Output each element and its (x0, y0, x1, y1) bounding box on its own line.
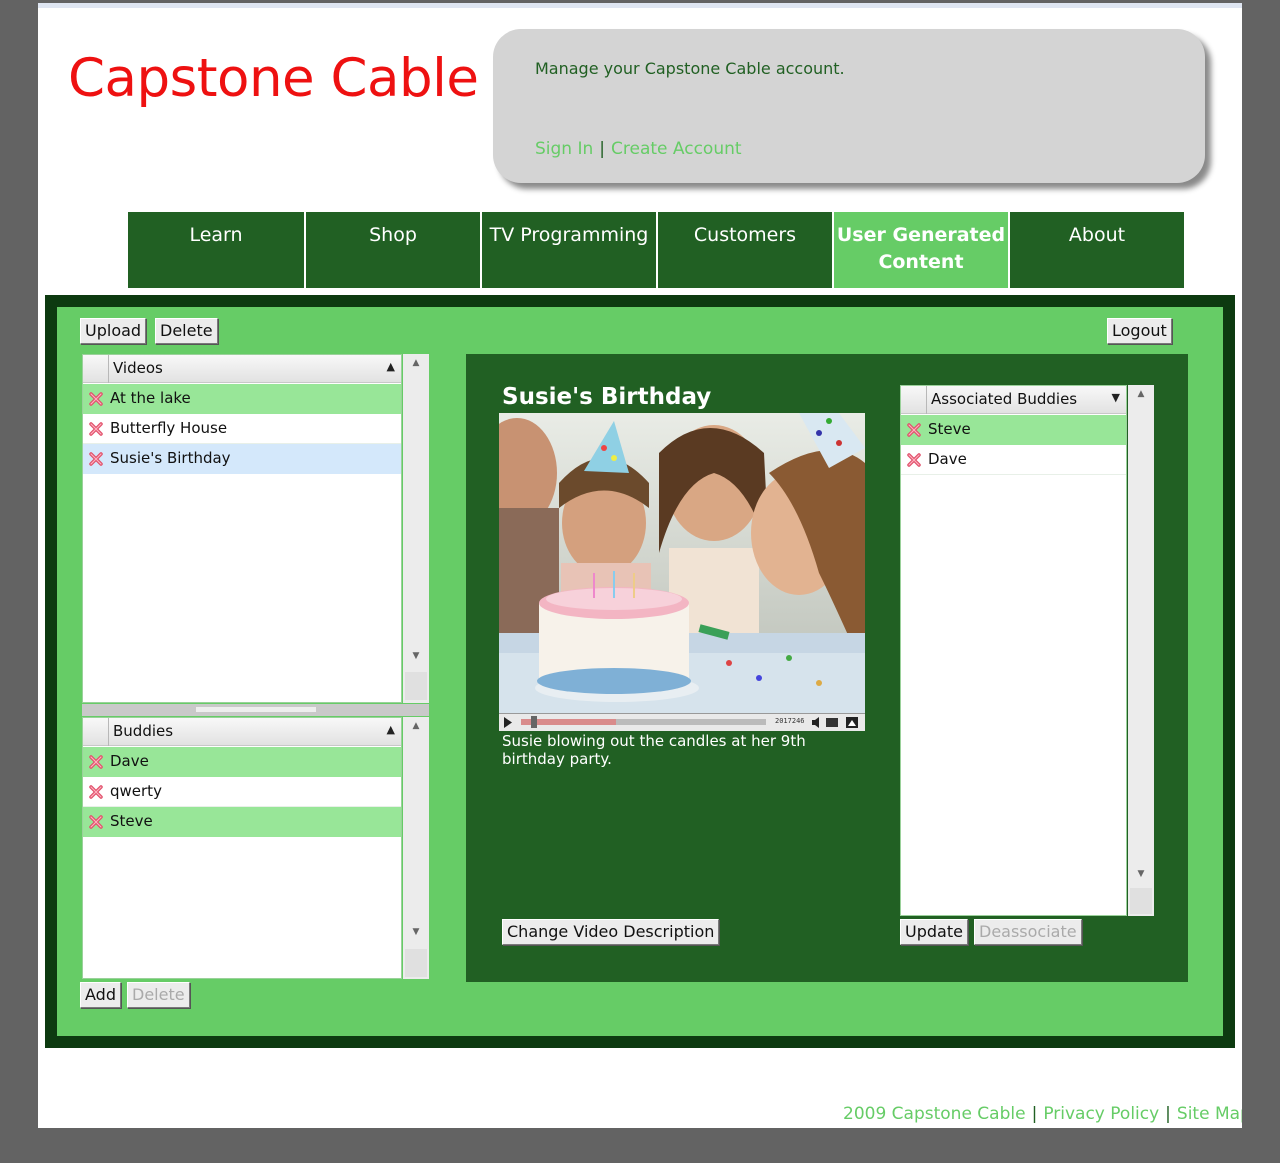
footer-copyright: 2009 Capstone Cable (843, 1104, 1026, 1124)
video-controls: 2017246 (499, 713, 865, 731)
sign-in-link[interactable]: Sign In (535, 139, 593, 159)
videos-header-label: Videos (113, 359, 163, 377)
video-description: Susie blowing out the candles at her 9th… (502, 732, 806, 768)
list-item[interactable]: Susie's Birthday (83, 444, 401, 474)
add-buddy-button[interactable]: Add (80, 982, 121, 1008)
associated-buddies-list: Associated Buddies ▼ Steve Dave (900, 385, 1127, 916)
content-area: Upload Delete Logout Videos ▲ At the lak… (57, 307, 1223, 1036)
video-time: 2017246 (775, 717, 805, 725)
sort-up-icon: ▲ (386, 723, 395, 736)
delete-video-button[interactable]: Delete (155, 318, 218, 344)
videos-list: Videos ▲ At the lake Butterfly House Sus… (82, 354, 402, 703)
list-item[interactable]: Dave (901, 445, 1126, 475)
delete-x-icon[interactable] (906, 422, 922, 438)
account-links: Sign In | Create Account (535, 139, 742, 159)
nav-customers[interactable]: Customers (656, 212, 832, 288)
video-title: Susie's Birthday (502, 384, 712, 410)
nav-learn[interactable]: Learn (128, 212, 304, 288)
list-item[interactable]: Butterfly House (83, 414, 401, 444)
sort-up-icon: ▲ (386, 360, 395, 373)
brand-logo: Capstone Cable (68, 48, 479, 109)
delete-x-icon[interactable] (88, 814, 104, 830)
buddies-list-header[interactable]: Buddies ▲ (83, 718, 401, 746)
buddies-list: Buddies ▲ Dave qwerty Steve (82, 717, 402, 979)
associated-buddies-header[interactable]: Associated Buddies ▼ (901, 386, 1126, 414)
nav-about[interactable]: About (1008, 212, 1184, 288)
list-item[interactable]: Steve (83, 807, 401, 837)
list-item[interactable]: qwerty (83, 777, 401, 807)
videos-scrollbar[interactable]: ▲ ▼ (403, 354, 429, 703)
buddies-scrollbar[interactable]: ▲ ▼ (403, 717, 429, 979)
scroll-down-icon[interactable]: ▼ (403, 927, 429, 937)
nav-tv-programming[interactable]: TV Programming (480, 212, 656, 288)
window-icon[interactable] (826, 718, 838, 727)
account-box: Manage your Capstone Cable account. Sign… (493, 29, 1205, 183)
logout-button[interactable]: Logout (1107, 318, 1172, 344)
scroll-down-icon[interactable]: ▼ (403, 651, 429, 661)
upload-button[interactable]: Upload (80, 318, 147, 344)
videos-list-header[interactable]: Videos ▲ (83, 355, 401, 383)
page: Capstone Cable Manage your Capstone Cabl… (38, 8, 1242, 1128)
list-item[interactable]: Dave (83, 747, 401, 777)
deassociate-button[interactable]: Deassociate (974, 919, 1082, 945)
delete-x-icon[interactable] (88, 784, 104, 800)
list-item[interactable]: Steve (901, 415, 1126, 445)
delete-x-icon[interactable] (88, 421, 104, 437)
scroll-up-icon[interactable]: ▲ (403, 721, 429, 731)
video-player[interactable] (499, 413, 865, 731)
video-panel: Susie's Birthday 2017246 Susie blowing o… (466, 354, 1188, 982)
volume-icon[interactable] (812, 717, 819, 728)
privacy-policy-link[interactable]: Privacy Policy (1043, 1104, 1159, 1124)
video-thumbnail (499, 413, 865, 713)
scroll-up-icon[interactable]: ▲ (403, 358, 429, 368)
seek-handle-icon[interactable] (531, 716, 537, 728)
content-frame: Upload Delete Logout Videos ▲ At the lak… (45, 295, 1235, 1048)
nav-shop[interactable]: Shop (304, 212, 480, 288)
buddies-header-label: Buddies (113, 722, 174, 740)
footer: 2009 Capstone Cable | Privacy Policy | Site … (843, 1104, 1242, 1124)
sort-down-icon: ▼ (1111, 391, 1120, 404)
splitter[interactable] (82, 704, 429, 716)
delete-x-icon[interactable] (88, 391, 104, 407)
list-item[interactable]: At the lake (83, 384, 401, 414)
scroll-down-icon[interactable]: ▼ (1128, 869, 1154, 879)
nav-user-generated-content[interactable]: User Generated Content (832, 212, 1008, 288)
delete-x-icon[interactable] (906, 452, 922, 468)
associated-header-label: Associated Buddies (931, 390, 1078, 408)
main-nav: Learn Shop TV Programming Customers User… (128, 212, 1184, 288)
account-message: Manage your Capstone Cable account. (535, 59, 845, 78)
play-icon[interactable] (504, 717, 512, 728)
update-button[interactable]: Update (900, 919, 968, 945)
change-video-description-button[interactable]: Change Video Description (502, 919, 720, 945)
create-account-link[interactable]: Create Account (611, 139, 742, 159)
link-separator: | (599, 139, 606, 159)
associated-scrollbar[interactable]: ▲ ▼ (1128, 385, 1154, 916)
scroll-up-icon[interactable]: ▲ (1128, 389, 1154, 399)
delete-x-icon[interactable] (88, 754, 104, 770)
delete-x-icon[interactable] (88, 451, 104, 467)
delete-buddy-button[interactable]: Delete (127, 982, 190, 1008)
site-map-link[interactable]: Site Map (1177, 1104, 1242, 1124)
